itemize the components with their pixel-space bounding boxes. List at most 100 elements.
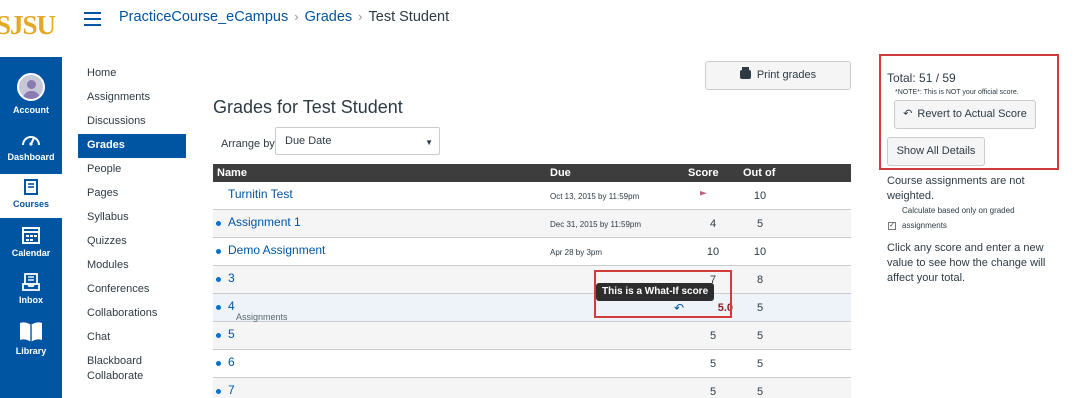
course-nav-modules[interactable]: Modules: [78, 254, 186, 278]
table-row: Demo Assignment Apr 28 by 3pm 10 10: [213, 238, 851, 266]
bullet-icon: [216, 221, 221, 226]
table-row: Assignment 1 Dec 31, 2015 by 11:59pm 4 5: [213, 210, 851, 238]
nav-account[interactable]: Account: [0, 73, 62, 119]
due-date: Oct 13, 2015 by 11:59pm: [550, 192, 640, 201]
global-nav: SJSU Account Dashboard Courses Calendar: [0, 0, 62, 398]
score-value[interactable]: 4: [693, 218, 733, 230]
out-of-value: 5: [756, 358, 764, 370]
bullet-icon: [216, 249, 221, 254]
table-row: Turnitin Test Oct 13, 2015 by 11:59pm 10: [213, 182, 851, 210]
assignment-link[interactable]: Assignment 1: [228, 215, 301, 229]
nav-calendar-label: Calendar: [11, 248, 51, 258]
table-row: 4 Assignments ↶ 5.0 5: [213, 294, 851, 322]
print-grades-label: Print grades: [756, 69, 817, 81]
score-value[interactable]: 5: [693, 386, 733, 398]
nav-dashboard-label: Dashboard: [7, 152, 55, 162]
score-value[interactable]: 10: [693, 246, 733, 258]
header-name[interactable]: Name: [217, 167, 247, 179]
calc-graded-label: Calculate based only on graded: [902, 206, 1015, 215]
nav-inbox[interactable]: Inbox: [0, 272, 62, 312]
what-if-tooltip: This is a What-If score: [596, 283, 715, 301]
what-if-help-text: Click any score and enter a new value to…: [887, 242, 1046, 284]
what-if-score[interactable]: 5.0: [693, 302, 733, 314]
out-of-value: 10: [753, 190, 767, 202]
header-out-of[interactable]: Out of: [743, 167, 775, 179]
assignment-link[interactable]: 5: [228, 327, 235, 341]
score-value[interactable]: 5: [693, 358, 733, 370]
revert-to-actual-score-button[interactable]: ↶ Revert to Actual Score: [894, 100, 1036, 129]
course-nav-discussions[interactable]: Discussions: [78, 110, 186, 134]
table-row: 3 7 8: [213, 266, 851, 294]
official-score-note: *NOTE*: This is NOT your official score.: [895, 89, 1019, 96]
calc-graded-checkbox[interactable]: ✓: [888, 222, 896, 230]
course-nav: Home Assignments Discussions Grades Peop…: [78, 62, 186, 388]
revert-label: Revert to Actual Score: [917, 108, 1027, 120]
course-nav-people[interactable]: People: [78, 158, 186, 182]
table-row: 5 5 5: [213, 322, 851, 350]
out-of-value: 5: [756, 302, 764, 314]
header-due[interactable]: Due: [550, 167, 571, 179]
page-title: Grades for Test Student: [213, 97, 403, 117]
flag-icon: [700, 191, 707, 200]
nav-calendar[interactable]: Calendar: [0, 225, 62, 265]
arrange-by-label: Arrange by: [221, 138, 275, 150]
account-avatar: [17, 73, 45, 101]
courses-icon: [24, 179, 38, 195]
nav-library[interactable]: Library: [0, 321, 62, 363]
assignment-link[interactable]: 4: [228, 299, 235, 313]
breadcrumb-separator: ›: [358, 9, 363, 24]
inbox-icon: [22, 273, 40, 291]
library-icon: [20, 322, 42, 342]
nav-dashboard[interactable]: Dashboard: [0, 131, 62, 171]
header-score[interactable]: Score: [688, 167, 719, 179]
course-nav-pages[interactable]: Pages: [78, 182, 186, 206]
revert-score-icon[interactable]: ↶: [674, 301, 684, 315]
revert-icon: ↶: [903, 108, 913, 120]
arrange-by-select[interactable]: Due Date ▼: [275, 127, 440, 155]
course-nav-grades[interactable]: Grades: [78, 134, 186, 158]
course-nav-collaborations[interactable]: Collaborations: [78, 302, 186, 326]
out-of-value: 5: [756, 218, 764, 230]
course-nav-assignments[interactable]: Assignments: [78, 86, 186, 110]
assignment-link[interactable]: 3: [228, 271, 235, 285]
calendar-icon: [22, 227, 40, 244]
nav-inbox-label: Inbox: [19, 295, 43, 305]
table-header: Name Due Score Out of: [213, 164, 851, 182]
sjsu-logo[interactable]: SJSU: [0, 0, 62, 57]
show-all-details-button[interactable]: Show All Details: [887, 137, 985, 166]
nav-account-label: Account: [13, 105, 49, 115]
total-score: Total: 51 / 59: [887, 71, 956, 85]
course-nav-syllabus[interactable]: Syllabus: [78, 206, 186, 230]
breadcrumb-grades-link[interactable]: Grades: [305, 9, 353, 25]
nav-courses[interactable]: Courses: [0, 174, 62, 218]
course-nav-blackboard-collaborate[interactable]: Blackboard Collaborate: [78, 350, 186, 388]
bullet-icon: [216, 305, 221, 310]
out-of-value: 8: [756, 274, 764, 286]
nav-courses-label: Courses: [12, 199, 49, 209]
grades-table: Name Due Score Out of Turnitin Test Oct …: [213, 164, 851, 398]
assignment-link[interactable]: 7: [228, 383, 235, 397]
menu-toggle-icon[interactable]: [84, 12, 101, 26]
calc-graded-label-2: assignments: [902, 221, 947, 230]
print-grades-button[interactable]: Print grades: [705, 61, 851, 90]
course-nav-conferences[interactable]: Conferences: [78, 278, 186, 302]
breadcrumb: PracticeCourse_eCampus › Grades › Test Stude…: [119, 9, 449, 25]
breadcrumb-separator: ›: [294, 9, 299, 24]
assignment-group: Assignments: [236, 312, 288, 322]
weighting-text: Course assignments are not weighted.: [887, 175, 1025, 202]
course-nav-home[interactable]: Home: [78, 62, 186, 86]
printer-icon: [739, 67, 751, 79]
course-nav-chat[interactable]: Chat: [78, 326, 186, 350]
assignment-link[interactable]: Demo Assignment: [228, 243, 325, 257]
bullet-icon: [216, 361, 221, 366]
out-of-value: 5: [756, 330, 764, 342]
assignment-link[interactable]: 6: [228, 355, 235, 369]
score-value[interactable]: 5: [693, 330, 733, 342]
course-nav-quizzes[interactable]: Quizzes: [78, 230, 186, 254]
table-row: 6 5 5: [213, 350, 851, 378]
breadcrumb-course-link[interactable]: PracticeCourse_eCampus: [119, 9, 288, 25]
dashboard-icon: [22, 136, 40, 146]
assignment-link[interactable]: Turnitin Test: [228, 187, 293, 201]
due-date: Apr 28 by 3pm: [550, 248, 603, 257]
arrange-by-value: Due Date: [285, 135, 332, 147]
